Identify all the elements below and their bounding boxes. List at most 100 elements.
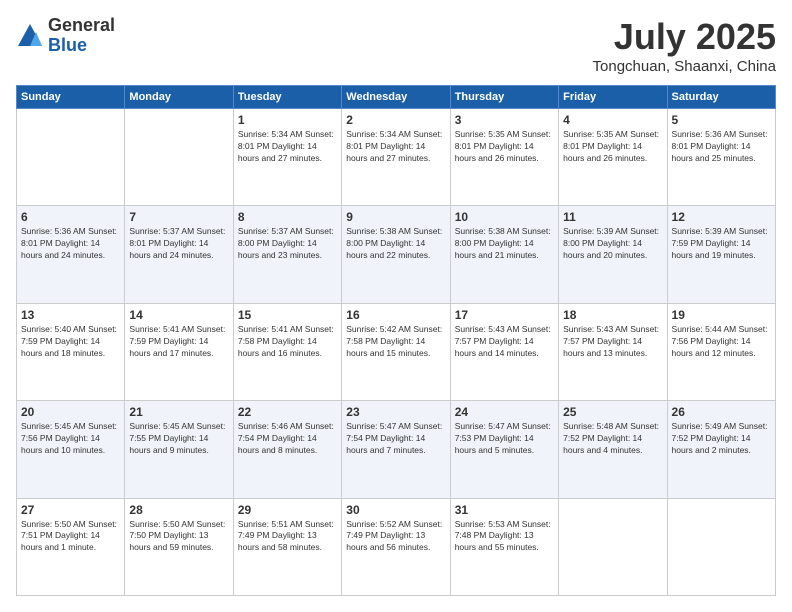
cell-info: Sunrise: 5:34 AM Sunset: 8:01 PM Dayligh… bbox=[346, 129, 445, 165]
cell-info: Sunrise: 5:40 AM Sunset: 7:59 PM Dayligh… bbox=[21, 324, 120, 360]
cell-info: Sunrise: 5:51 AM Sunset: 7:49 PM Dayligh… bbox=[238, 519, 337, 555]
day-number: 18 bbox=[563, 308, 662, 322]
day-number: 13 bbox=[21, 308, 120, 322]
calendar-cell bbox=[559, 498, 667, 595]
calendar-cell: 27Sunrise: 5:50 AM Sunset: 7:51 PM Dayli… bbox=[17, 498, 125, 595]
calendar-header-row: SundayMondayTuesdayWednesdayThursdayFrid… bbox=[17, 86, 776, 109]
day-number: 4 bbox=[563, 113, 662, 127]
day-number: 23 bbox=[346, 405, 445, 419]
cell-info: Sunrise: 5:39 AM Sunset: 8:00 PM Dayligh… bbox=[563, 226, 662, 262]
calendar-cell: 4 Sunrise: 5:35 AM Sunset: 8:01 PM Daylig… bbox=[559, 109, 667, 206]
cell-info: Sunrise: 5:42 AM Sunset: 7:58 PM Dayligh… bbox=[346, 324, 445, 360]
cell-info: Sunrise: 5:45 AM Sunset: 7:56 PM Dayligh… bbox=[21, 421, 120, 457]
cell-info: Sunrise: 5:47 AM Sunset: 7:53 PM Dayligh… bbox=[455, 421, 554, 457]
weekday-header: Tuesday bbox=[233, 86, 341, 109]
month-title: July 2025 bbox=[593, 16, 776, 58]
day-number: 20 bbox=[21, 405, 120, 419]
calendar-cell: 2 Sunrise: 5:34 AM Sunset: 8:01 PM Daylig… bbox=[342, 109, 450, 206]
cell-info: Sunrise: 5:43 AM Sunset: 7:57 PM Dayligh… bbox=[563, 324, 662, 360]
day-number: 11 bbox=[563, 210, 662, 224]
cell-info: Sunrise: 5:52 AM Sunset: 7:49 PM Dayligh… bbox=[346, 519, 445, 555]
day-number: 1 bbox=[238, 113, 337, 127]
title-block: July 2025 Tongchuan, Shaanxi, China bbox=[593, 16, 776, 75]
weekday-header: Saturday bbox=[667, 86, 775, 109]
calendar-cell bbox=[667, 498, 775, 595]
calendar-cell: 3 Sunrise: 5:35 AM Sunset: 8:01 PM Daylig… bbox=[450, 109, 558, 206]
cell-info: Sunrise: 5:36 AM Sunset: 8:01 PM Dayligh… bbox=[672, 129, 771, 165]
cell-info: Sunrise: 5:45 AM Sunset: 7:55 PM Dayligh… bbox=[129, 421, 228, 457]
calendar-cell: 12 Sunrise: 5:39 AM Sunset: 7:59 PM Dayli… bbox=[667, 206, 775, 303]
calendar-cell: 25 Sunrise: 5:48 AM Sunset: 7:52 PM Dayli… bbox=[559, 401, 667, 498]
cell-info: Sunrise: 5:38 AM Sunset: 8:00 PM Dayligh… bbox=[455, 226, 554, 262]
day-number: 15 bbox=[238, 308, 337, 322]
logo-text: General Blue bbox=[48, 16, 115, 56]
cell-info: Sunrise: 5:44 AM Sunset: 7:56 PM Dayligh… bbox=[672, 324, 771, 360]
calendar-table: SundayMondayTuesdayWednesdayThursdayFrid… bbox=[16, 85, 776, 596]
location: Tongchuan, Shaanxi, China bbox=[593, 58, 776, 75]
calendar-cell: 19Sunrise: 5:44 AM Sunset: 7:56 PM Dayli… bbox=[667, 303, 775, 400]
cell-info: Sunrise: 5:50 AM Sunset: 7:51 PM Dayligh… bbox=[21, 519, 120, 555]
calendar-cell: 15 Sunrise: 5:41 AM Sunset: 7:58 PM Dayli… bbox=[233, 303, 341, 400]
day-number: 6 bbox=[21, 210, 120, 224]
day-number: 5 bbox=[672, 113, 771, 127]
page: General Blue July 2025 Tongchuan, Shaanx… bbox=[0, 0, 792, 612]
cell-info: Sunrise: 5:46 AM Sunset: 7:54 PM Dayligh… bbox=[238, 421, 337, 457]
day-number: 21 bbox=[129, 405, 228, 419]
weekday-header: Thursday bbox=[450, 86, 558, 109]
cell-info: Sunrise: 5:41 AM Sunset: 7:58 PM Dayligh… bbox=[238, 324, 337, 360]
header: General Blue July 2025 Tongchuan, Shaanx… bbox=[16, 16, 776, 75]
calendar-cell: 29 Sunrise: 5:51 AM Sunset: 7:49 PM Dayli… bbox=[233, 498, 341, 595]
cell-info: Sunrise: 5:50 AM Sunset: 7:50 PM Dayligh… bbox=[129, 519, 228, 555]
day-number: 2 bbox=[346, 113, 445, 127]
day-number: 24 bbox=[455, 405, 554, 419]
calendar-cell: 31Sunrise: 5:53 AM Sunset: 7:48 PM Dayli… bbox=[450, 498, 558, 595]
calendar-cell: 11 Sunrise: 5:39 AM Sunset: 8:00 PM Dayli… bbox=[559, 206, 667, 303]
calendar-cell: 8 Sunrise: 5:37 AM Sunset: 8:00 PM Daylig… bbox=[233, 206, 341, 303]
calendar-cell: 13 Sunrise: 5:40 AM Sunset: 7:59 PM Dayli… bbox=[17, 303, 125, 400]
cell-info: Sunrise: 5:37 AM Sunset: 8:00 PM Dayligh… bbox=[238, 226, 337, 262]
cell-info: Sunrise: 5:47 AM Sunset: 7:54 PM Dayligh… bbox=[346, 421, 445, 457]
weekday-header: Friday bbox=[559, 86, 667, 109]
cell-info: Sunrise: 5:41 AM Sunset: 7:59 PM Dayligh… bbox=[129, 324, 228, 360]
calendar-cell: 21 Sunrise: 5:45 AM Sunset: 7:55 PM Dayli… bbox=[125, 401, 233, 498]
cell-info: Sunrise: 5:39 AM Sunset: 7:59 PM Dayligh… bbox=[672, 226, 771, 262]
calendar-cell: 16 Sunrise: 5:42 AM Sunset: 7:58 PM Dayli… bbox=[342, 303, 450, 400]
cell-info: Sunrise: 5:43 AM Sunset: 7:57 PM Dayligh… bbox=[455, 324, 554, 360]
day-number: 14 bbox=[129, 308, 228, 322]
calendar-cell: 10 Sunrise: 5:38 AM Sunset: 8:00 PM Dayli… bbox=[450, 206, 558, 303]
cell-info: Sunrise: 5:49 AM Sunset: 7:52 PM Dayligh… bbox=[672, 421, 771, 457]
cell-info: Sunrise: 5:35 AM Sunset: 8:01 PM Dayligh… bbox=[563, 129, 662, 165]
day-number: 22 bbox=[238, 405, 337, 419]
day-number: 29 bbox=[238, 503, 337, 517]
day-number: 30 bbox=[346, 503, 445, 517]
cell-info: Sunrise: 5:36 AM Sunset: 8:01 PM Dayligh… bbox=[21, 226, 120, 262]
cell-info: Sunrise: 5:53 AM Sunset: 7:48 PM Dayligh… bbox=[455, 519, 554, 555]
calendar-cell: 26Sunrise: 5:49 AM Sunset: 7:52 PM Dayli… bbox=[667, 401, 775, 498]
day-number: 16 bbox=[346, 308, 445, 322]
weekday-header: Monday bbox=[125, 86, 233, 109]
day-number: 25 bbox=[563, 405, 662, 419]
calendar-week-row: 27Sunrise: 5:50 AM Sunset: 7:51 PM Dayli… bbox=[17, 498, 776, 595]
calendar-cell: 28Sunrise: 5:50 AM Sunset: 7:50 PM Dayli… bbox=[125, 498, 233, 595]
cell-info: Sunrise: 5:34 AM Sunset: 8:01 PM Dayligh… bbox=[238, 129, 337, 165]
day-number: 17 bbox=[455, 308, 554, 322]
logo-icon bbox=[16, 22, 44, 50]
calendar-cell: 20 Sunrise: 5:45 AM Sunset: 7:56 PM Dayli… bbox=[17, 401, 125, 498]
cell-info: Sunrise: 5:37 AM Sunset: 8:01 PM Dayligh… bbox=[129, 226, 228, 262]
cell-info: Sunrise: 5:35 AM Sunset: 8:01 PM Dayligh… bbox=[455, 129, 554, 165]
calendar-cell: 14 Sunrise: 5:41 AM Sunset: 7:59 PM Dayli… bbox=[125, 303, 233, 400]
cell-info: Sunrise: 5:48 AM Sunset: 7:52 PM Dayligh… bbox=[563, 421, 662, 457]
day-number: 12 bbox=[672, 210, 771, 224]
weekday-header: Wednesday bbox=[342, 86, 450, 109]
day-number: 3 bbox=[455, 113, 554, 127]
calendar-cell: 9Sunrise: 5:38 AM Sunset: 8:00 PM Daylig… bbox=[342, 206, 450, 303]
logo: General Blue bbox=[16, 16, 115, 56]
calendar-cell: 22 Sunrise: 5:46 AM Sunset: 7:54 PM Dayli… bbox=[233, 401, 341, 498]
calendar-cell: 30 Sunrise: 5:52 AM Sunset: 7:49 PM Dayli… bbox=[342, 498, 450, 595]
calendar-cell: 18 Sunrise: 5:43 AM Sunset: 7:57 PM Dayli… bbox=[559, 303, 667, 400]
day-number: 7 bbox=[129, 210, 228, 224]
day-number: 8 bbox=[238, 210, 337, 224]
day-number: 10 bbox=[455, 210, 554, 224]
logo-blue: Blue bbox=[48, 36, 115, 56]
weekday-header: Sunday bbox=[17, 86, 125, 109]
